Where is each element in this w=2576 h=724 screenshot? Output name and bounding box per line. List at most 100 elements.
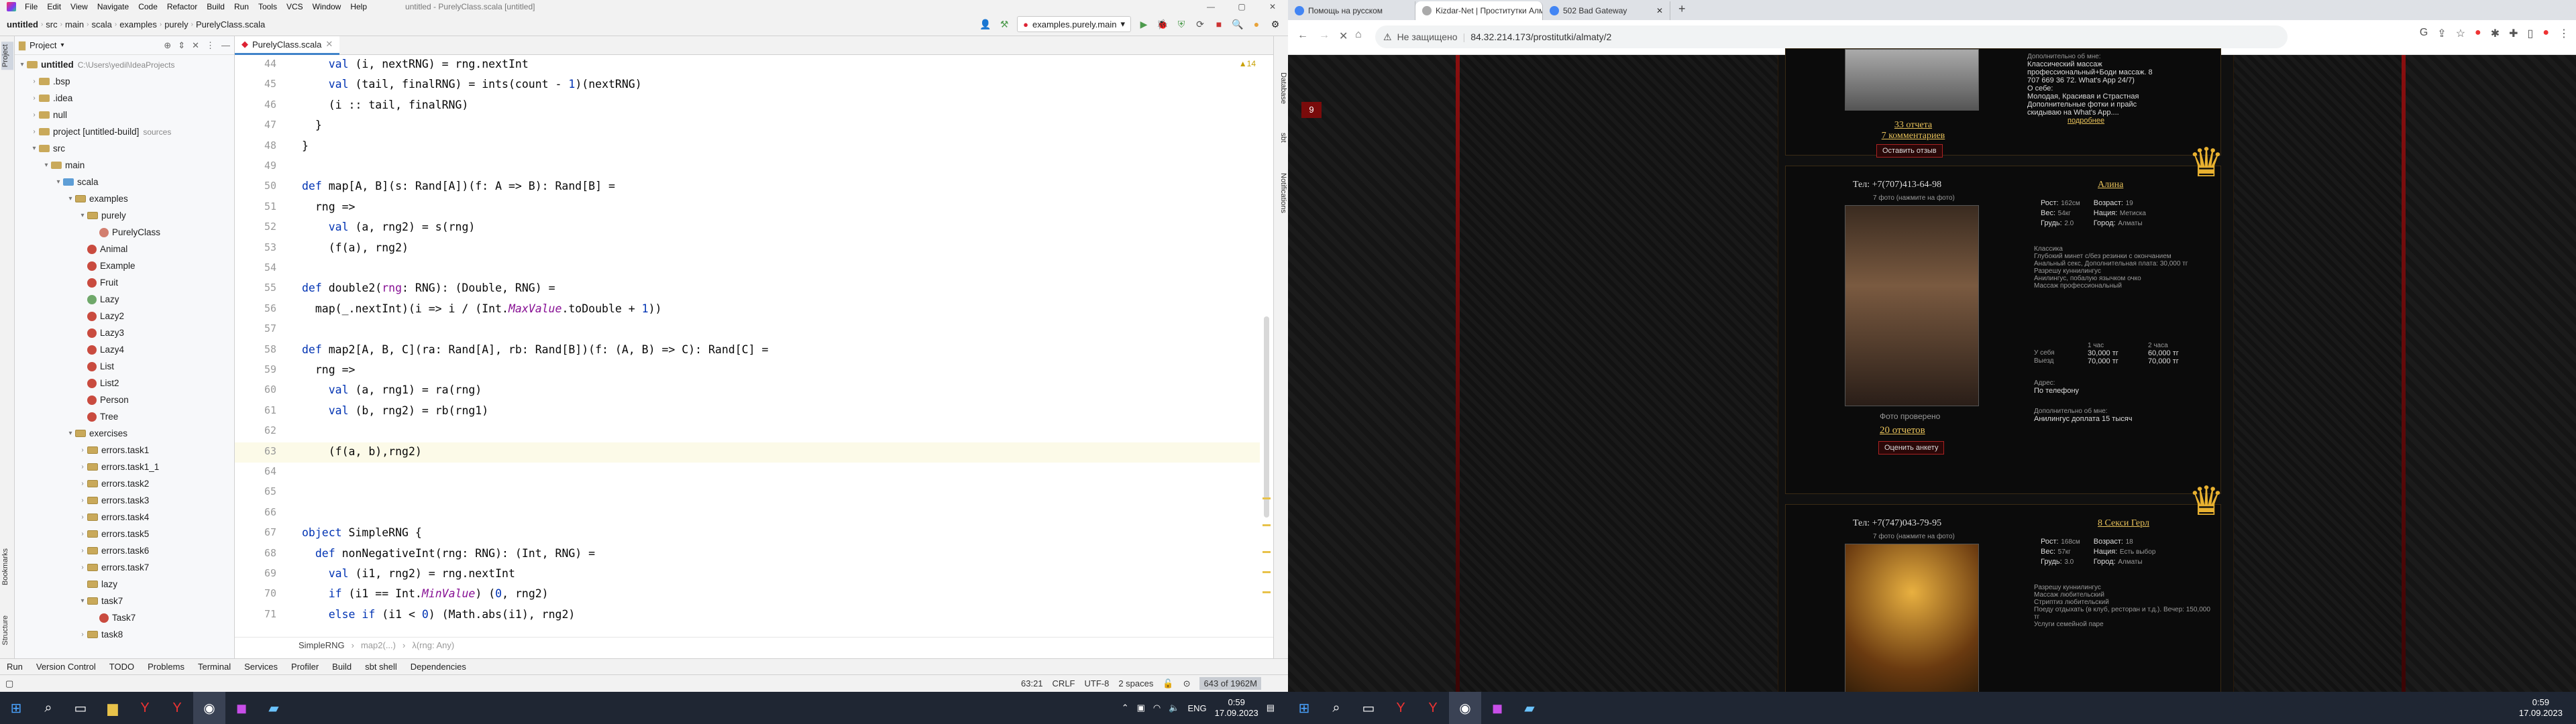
- expand-arrow-icon[interactable]: ›: [78, 497, 87, 504]
- menu-navigate[interactable]: Navigate: [93, 2, 133, 11]
- tab-bookmarks[interactable]: Bookmarks: [1, 546, 13, 588]
- expand-arrow-icon[interactable]: ›: [78, 514, 87, 521]
- phone-number[interactable]: Тел: +7(707)413-64-98: [1853, 180, 1941, 190]
- search-icon[interactable]: 🔍: [1232, 18, 1244, 30]
- reports-link[interactable]: 33 отчета: [1853, 120, 1974, 131]
- breadcrumb-item[interactable]: scala: [89, 19, 115, 29]
- tree-item[interactable]: › errors.task6: [15, 542, 234, 559]
- code-line[interactable]: def nonNegativeInt(rng: RNG): (Int, RNG)…: [302, 547, 595, 560]
- expand-arrow-icon[interactable]: ▾: [78, 212, 87, 219]
- comments-link[interactable]: 7 комментариев: [1853, 131, 1974, 141]
- tool-window-sbt-shell[interactable]: sbt shell: [358, 662, 404, 672]
- tool-window-problems[interactable]: Problems: [141, 662, 191, 672]
- yandex-icon[interactable]: Y: [161, 692, 193, 724]
- maximize-icon[interactable]: ▢: [1226, 0, 1257, 13]
- expand-arrow-icon[interactable]: ▾: [54, 178, 63, 186]
- run-icon[interactable]: ▶: [1138, 18, 1150, 30]
- expand-arrow-icon[interactable]: ›: [30, 128, 39, 135]
- crumb-lambda[interactable]: λ(rng: Any): [412, 640, 454, 650]
- tray-chevron-icon[interactable]: ⌃: [1122, 703, 1129, 713]
- code-line[interactable]: val (i1, rng2) = rng.nextInt: [302, 567, 515, 580]
- code-line[interactable]: val (b, rng2) = rb(rng1): [302, 404, 488, 417]
- tree-item[interactable]: › errors.task5: [15, 526, 234, 542]
- code-line[interactable]: map(_.nextInt)(i => i / (Int.MaxValue.to…: [302, 302, 662, 315]
- memory-indicator[interactable]: 643 of 1962M: [1199, 677, 1261, 690]
- crumb-simplerng[interactable]: SimpleRNG: [299, 640, 345, 650]
- tree-item[interactable]: › task8: [15, 626, 234, 643]
- debug-icon[interactable]: 🐞: [1157, 18, 1169, 30]
- breadcrumb-item[interactable]: purely: [162, 19, 191, 29]
- tree-item[interactable]: ▾ src: [15, 140, 234, 157]
- code-line[interactable]: }: [302, 119, 322, 131]
- close-icon[interactable]: ✕: [1257, 0, 1288, 13]
- new-tab-button[interactable]: +: [1670, 2, 1694, 20]
- vcs-user-icon[interactable]: 👤: [979, 18, 991, 30]
- tree-item[interactable]: ▾ main: [15, 157, 234, 174]
- tab-502[interactable]: 502 Bad Gateway ✕: [1543, 1, 1670, 20]
- tree-item[interactable]: ▾ examples: [15, 190, 234, 207]
- code-line[interactable]: val (tail, finalRNG) = ints(count - 1)(n…: [302, 78, 642, 90]
- tree-item[interactable]: Fruit: [15, 274, 234, 291]
- expand-arrow-icon[interactable]: ▾: [66, 430, 75, 437]
- expand-arrow-icon[interactable]: ›: [78, 631, 87, 638]
- editor-scrollbar[interactable]: [1260, 55, 1273, 637]
- profile-name[interactable]: 8 Секси Герл: [2098, 518, 2149, 529]
- file-encoding[interactable]: UTF-8: [1085, 678, 1110, 688]
- options-icon[interactable]: ⋮: [206, 40, 215, 51]
- build-hammer-icon[interactable]: ⚒: [998, 18, 1010, 30]
- tool-window-version-control[interactable]: Version Control: [30, 662, 103, 672]
- back-icon[interactable]: ←: [1297, 29, 1308, 42]
- language-indicator[interactable]: ENG: [1187, 703, 1206, 713]
- code-line[interactable]: val (a, rng2) = s(rng): [302, 221, 476, 233]
- task-view-icon[interactable]: ▭: [1352, 692, 1385, 724]
- expand-arrow-icon[interactable]: ▾: [42, 162, 51, 169]
- profile-icon[interactable]: ⟳: [1194, 18, 1206, 30]
- tree-item[interactable]: ▾ exercises: [15, 425, 234, 442]
- close-tab-icon[interactable]: ✕: [325, 39, 333, 50]
- expand-icon[interactable]: ⇕: [178, 40, 185, 51]
- url-field[interactable]: ⚠ Не защищено | 84.32.214.173/prostitutk…: [1375, 25, 2288, 48]
- expand-arrow-icon[interactable]: ›: [30, 95, 39, 102]
- menu-view[interactable]: View: [66, 2, 93, 11]
- inspection-icon[interactable]: ⊙: [1183, 678, 1191, 689]
- caret-position[interactable]: 63:21: [1021, 678, 1043, 688]
- puzzle-icon[interactable]: ✚: [2509, 27, 2518, 40]
- close-tab-icon[interactable]: ✕: [1656, 6, 1663, 15]
- expand-arrow-icon[interactable]: ›: [78, 530, 87, 538]
- profile-photo[interactable]: [1845, 49, 1979, 111]
- tree-item[interactable]: List: [15, 358, 234, 375]
- locate-icon[interactable]: ⊕: [164, 40, 171, 51]
- tree-item[interactable]: › errors.task1_1: [15, 459, 234, 475]
- code-line[interactable]: def double2(rng: RNG): (Double, RNG) =: [302, 282, 555, 294]
- tray-app-icon[interactable]: ▣: [1137, 703, 1145, 713]
- warnings-indicator[interactable]: ▲14: [1239, 59, 1256, 68]
- tree-item[interactable]: Lazy2: [15, 308, 234, 324]
- tab-sbt[interactable]: sbt: [1275, 130, 1287, 145]
- expand-arrow-icon[interactable]: ›: [30, 111, 39, 119]
- code-editor[interactable]: ▲14 val (i, nextRNG) = rng.nextInt val (…: [297, 55, 1260, 637]
- expand-arrow-icon[interactable]: ›: [78, 446, 87, 454]
- wifi-icon[interactable]: ◠: [1153, 703, 1161, 713]
- tab-purelyclass[interactable]: ◆ PurelyClass.scala ✕: [235, 36, 340, 55]
- code-line[interactable]: def map[A, B](s: Rand[A])(f: A => B): Ra…: [302, 180, 615, 192]
- tree-item[interactable]: › errors.task3: [15, 492, 234, 509]
- tree-item[interactable]: Animal: [15, 241, 234, 257]
- chrome-icon[interactable]: ◉: [1449, 692, 1481, 724]
- expand-arrow-icon[interactable]: ▾: [66, 195, 75, 202]
- home-icon[interactable]: ⌂: [1355, 29, 1362, 41]
- more-link[interactable]: подробнее: [2068, 117, 2202, 125]
- tree-item[interactable]: › .bsp: [15, 73, 234, 90]
- rate-profile-button[interactable]: Оценить анкету: [1878, 441, 1945, 455]
- tree-item[interactable]: Lazy4: [15, 341, 234, 358]
- notification-icon[interactable]: ▤: [1267, 703, 1275, 713]
- tab-database[interactable]: Database: [1275, 70, 1287, 107]
- badge-number[interactable]: 9: [1301, 102, 1322, 118]
- clock[interactable]: 0:59 17.09.2023: [2519, 697, 2563, 719]
- breadcrumb-item[interactable]: src: [43, 19, 60, 29]
- menu-run[interactable]: Run: [229, 2, 254, 11]
- tree-item[interactable]: Person: [15, 391, 234, 408]
- tool-window-dependencies[interactable]: Dependencies: [404, 662, 473, 672]
- windows-start-icon[interactable]: ⊞: [0, 692, 32, 724]
- menu-file[interactable]: File: [20, 2, 42, 11]
- line-separator[interactable]: CRLF: [1053, 678, 1075, 688]
